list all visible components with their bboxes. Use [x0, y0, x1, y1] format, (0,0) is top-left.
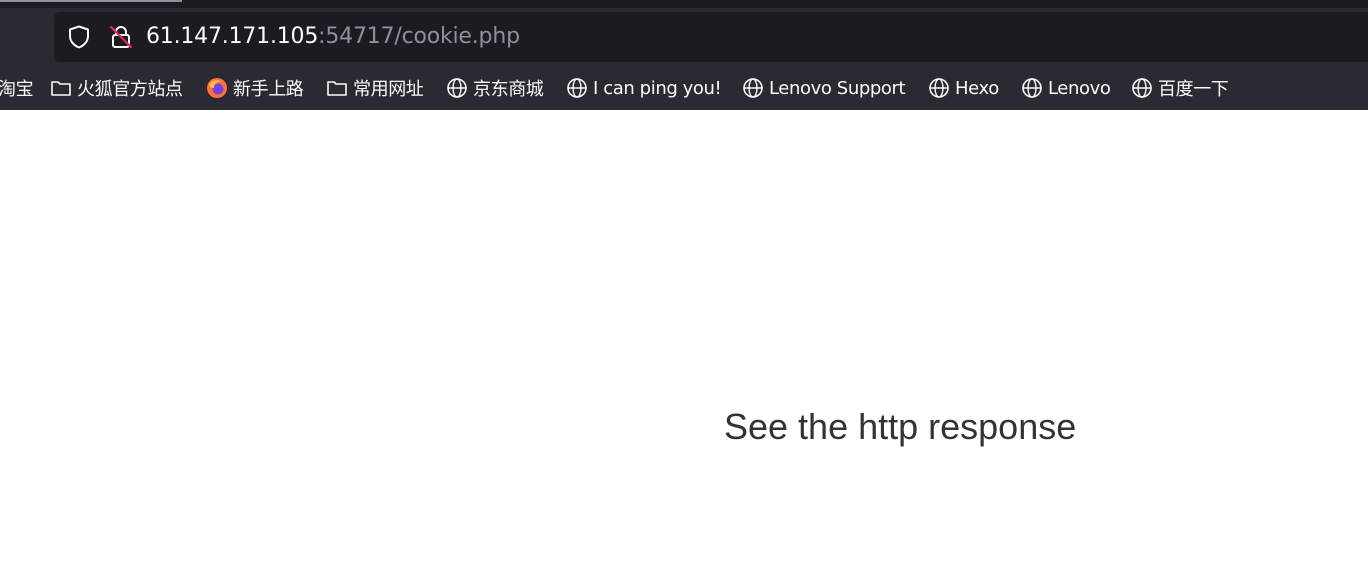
bookmark-firefox-official[interactable]: 火狐官方站点 [50, 70, 183, 106]
active-tab-indicator[interactable] [0, 0, 182, 2]
bookmark-i-can-ping-you[interactable]: I can ping you! [566, 70, 722, 106]
insecure-lock-icon[interactable] [108, 24, 134, 50]
url-host: 61.147.171.105 [146, 24, 319, 49]
globe-icon [446, 77, 468, 99]
bookmark-label: 新手上路 [233, 79, 304, 100]
url-text[interactable]: 61.147.171.105:54717/cookie.php [146, 24, 520, 50]
page-message: See the http response [724, 406, 1077, 447]
bookmark-taobao[interactable]: 淘宝 [0, 70, 34, 106]
globe-icon [566, 77, 588, 99]
bookmark-baidu[interactable]: 百度一下 [1131, 70, 1229, 106]
globe-icon [1131, 77, 1153, 99]
bookmark-label: Lenovo [1048, 77, 1111, 99]
url-path: :54717/cookie.php [318, 24, 520, 49]
firefox-icon [206, 77, 228, 99]
bookmark-hexo[interactable]: Hexo [928, 70, 999, 106]
bookmark-label: Lenovo Support [769, 77, 906, 99]
toolbar-left-area [0, 12, 54, 62]
folder-icon [326, 77, 348, 99]
bookmark-common-sites[interactable]: 常用网址 [326, 70, 424, 106]
bookmark-lenovo[interactable]: Lenovo [1021, 70, 1111, 106]
bookmark-label: 淘宝 [0, 79, 34, 100]
bookmark-label: 火狐官方站点 [77, 79, 183, 100]
bookmark-label: I can ping you! [593, 77, 722, 99]
bookmark-label: 常用网址 [353, 79, 424, 100]
globe-icon [742, 77, 764, 99]
browser-chrome: 61.147.171.105:54717/cookie.php 淘宝 火狐官方站… [0, 0, 1368, 110]
bookmark-getting-started[interactable]: 新手上路 [206, 70, 304, 106]
tab-strip [0, 0, 1368, 8]
address-bar[interactable]: 61.147.171.105:54717/cookie.php [54, 12, 1368, 62]
bookmark-label: Hexo [955, 77, 999, 99]
bookmark-label: 百度一下 [1158, 79, 1229, 100]
globe-icon [928, 77, 950, 99]
bookmark-label: 京东商城 [473, 79, 544, 100]
shield-icon[interactable] [66, 24, 92, 50]
bookmarks-toolbar: 淘宝 火狐官方站点 新手上路 常用网址 京东商城 I can ping you!… [0, 70, 1368, 106]
globe-icon [1021, 77, 1043, 99]
folder-icon [50, 77, 72, 99]
bookmark-lenovo-support[interactable]: Lenovo Support [742, 70, 906, 106]
bookmark-jd[interactable]: 京东商城 [446, 70, 544, 106]
